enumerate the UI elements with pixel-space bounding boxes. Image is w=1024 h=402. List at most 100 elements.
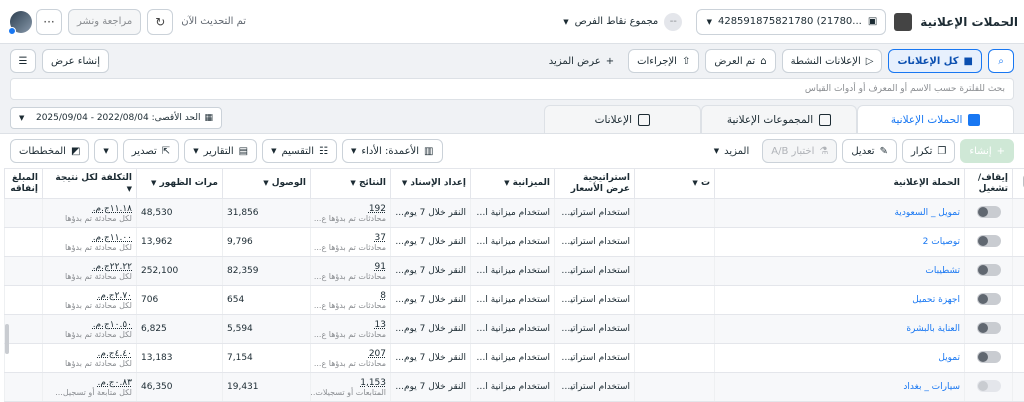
delivery-toggle[interactable] (976, 321, 1001, 334)
campaign-name-cell[interactable]: توصيات 2 (714, 227, 965, 257)
edit-button[interactable]: ✎ تعديل (842, 139, 897, 163)
tab-campaigns[interactable]: الحملات الإعلانية (857, 105, 1014, 133)
campaign-name-cell[interactable]: تمويل (714, 343, 965, 373)
breakdown-button[interactable]: ☷ التقسيم ▼ (262, 139, 337, 163)
create-view-button[interactable]: إنشاء عرض (42, 49, 109, 73)
column-header[interactable]: مرات الظهور ▼ (136, 168, 223, 199)
column-header-label: مرات الظهور (159, 178, 218, 188)
table-row[interactable]: تشطيبات استخدام استراتيجية... استخدام ميزا… (4, 256, 1024, 286)
ab-test-button[interactable]: ⚗ اختبار A/B (762, 139, 838, 163)
campaign-name-link[interactable]: تمويل (938, 353, 960, 363)
campaign-name-cell[interactable]: سيارات _ بغداد (714, 372, 965, 402)
column-header[interactable]: التكلفة لكل نتيجة ▼ (42, 168, 137, 199)
toggle-cell[interactable] (964, 372, 1013, 402)
duplicate-button[interactable]: ❐ تكرار (901, 139, 956, 163)
review-publish-button[interactable]: مراجعة ونشر (68, 8, 142, 35)
results-value[interactable]: 13 (375, 320, 386, 330)
more-actions-button[interactable]: المزيد ▼ (706, 139, 758, 163)
all-ads-label: كل الإعلانات (897, 55, 959, 67)
campaign-name-link[interactable]: اجهزة تحميل (912, 295, 960, 305)
delivery-toggle[interactable] (976, 234, 1001, 247)
toggle-cell[interactable] (964, 343, 1013, 373)
filter-settings-button[interactable]: ☰ (10, 49, 36, 73)
results-value[interactable]: 1,153 (360, 378, 386, 388)
campaign-name-link[interactable]: تشطيبات (925, 266, 960, 276)
table-row[interactable]: العناية بالبشرة استخدام استراتيجية... استخ… (4, 314, 1024, 344)
column-header[interactable]: الحملة الإعلانية (714, 168, 965, 199)
table-row[interactable]: توصيات 2 استخدام استراتيجية... استخدام ميز… (4, 227, 1024, 257)
attribution-cell: النقر خلال 7 يوم... (390, 198, 471, 228)
results-value[interactable]: 37 (375, 233, 386, 243)
column-header[interactable]: النتائج ▼ (310, 168, 391, 199)
actions-button[interactable]: ⇧ الإجراءات (628, 49, 700, 73)
results-value[interactable]: 207 (369, 349, 386, 359)
cost-per-result-subtitle: لكل محادثة تم بدؤها (64, 300, 132, 310)
delivery-toggle[interactable] (976, 379, 1001, 392)
row-select[interactable] (1012, 314, 1024, 344)
toggle-cell[interactable] (964, 285, 1013, 315)
search-button[interactable]: ⌕ (988, 49, 1014, 73)
columns-button[interactable]: ▥ الأعمدة: الأداء ▼ (341, 139, 443, 163)
campaign-name-cell[interactable]: العناية بالبشرة (714, 314, 965, 344)
tab-ads[interactable]: الإعلانات (543, 105, 701, 133)
show-more-button[interactable]: + عرض المزيد (541, 49, 622, 73)
campaign-name-cell[interactable]: اجهزة تحميل (714, 285, 965, 315)
campaign-name-link[interactable]: توصيات 2 (923, 237, 960, 247)
export-dropdown[interactable]: ▼ (94, 139, 118, 163)
more-button[interactable]: ··· (36, 8, 62, 35)
results-value[interactable]: 91 (375, 262, 386, 272)
account-selector[interactable]: ▣ 428591875821780 (21780... ▼ (696, 8, 887, 35)
create-button[interactable]: + إنشاء (960, 139, 1014, 163)
search-input[interactable]: بحث للفلترة حسب الاسم أو المعرف أو أدوات… (10, 78, 1014, 100)
toggle-cell[interactable] (964, 198, 1013, 228)
active-ads-button[interactable]: ▷ الإعلانات النشطة (781, 49, 883, 73)
table-row[interactable]: اجهزة تحميل استخدام استراتيجية... استخدام … (4, 285, 1024, 315)
campaign-name-link[interactable]: تمويل _ السعودية (894, 208, 960, 218)
row-select[interactable] (1012, 198, 1024, 228)
opportunity-score[interactable]: -- مجموع نقاط الفرص ▼ (563, 12, 683, 31)
select-all-header[interactable] (1012, 168, 1024, 199)
toggle-cell[interactable] (964, 256, 1013, 286)
column-header[interactable]: الميزانية ▼ (470, 168, 555, 199)
campaign-name-cell[interactable]: تشطيبات (714, 256, 965, 286)
toggle-cell[interactable] (964, 227, 1013, 257)
displayed-button[interactable]: ⌂ تم العرض (705, 49, 776, 73)
delivery-toggle[interactable] (976, 263, 1001, 276)
table-row[interactable]: سيارات _ بغداد استخدام استراتيجية... استخد… (4, 372, 1024, 402)
chevron-down-icon: ▼ (19, 114, 25, 122)
tab-adsets[interactable]: المجموعات الإعلانية (700, 105, 858, 133)
send-icon: ▷ (865, 55, 874, 67)
column-header[interactable]: المبلغ إنفاقه (4, 168, 43, 199)
delivery-toggle[interactable] (976, 205, 1001, 218)
charts-button[interactable]: ◩ المخططات (10, 139, 90, 163)
row-select[interactable] (1012, 343, 1024, 373)
column-header[interactable]: إعداد الإسناد ▼ (390, 168, 471, 199)
column-header[interactable]: ت ▼ (634, 168, 715, 199)
refresh-button[interactable]: ↻ (147, 8, 174, 35)
row-select[interactable] (1012, 372, 1024, 402)
active-ads-label: الإعلانات النشطة (790, 55, 861, 67)
results-value[interactable]: 192 (369, 204, 386, 214)
column-header[interactable]: إيقاف/تشغيل (964, 168, 1013, 199)
campaign-name-cell[interactable]: تمويل _ السعودية (714, 198, 965, 228)
toggle-cell[interactable] (964, 314, 1013, 344)
delivery-toggle[interactable] (976, 350, 1001, 363)
table-row[interactable]: تمويل _ السعودية استخدام استراتيجية... است… (4, 198, 1024, 228)
export-button[interactable]: ⇱ تصدير (122, 139, 180, 163)
scrollbar[interactable] (5, 324, 9, 354)
row-select[interactable] (1012, 285, 1024, 315)
all-ads-button[interactable]: ■ كل الإعلانات (888, 49, 982, 73)
column-header[interactable]: استراتيجية عرض الأسعار (554, 168, 635, 199)
review-publish-label: مراجعة ونشر (77, 16, 133, 27)
reports-button[interactable]: ▤ التقارير ▼ (184, 139, 258, 163)
column-header[interactable]: الوصول ▼ (222, 168, 311, 199)
campaign-name-link[interactable]: سيارات _ بغداد (903, 382, 960, 392)
date-range-picker[interactable]: ▦ الحد الأقصى: 2022/08/04 - 2025/09/04 ▼ (10, 107, 222, 129)
results-value[interactable]: 8 (380, 291, 386, 301)
campaign-name-link[interactable]: العناية بالبشرة (906, 324, 960, 334)
table-row[interactable]: تمويل استخدام استراتيجية... استخدام ميزاني… (4, 343, 1024, 373)
avatar[interactable] (8, 10, 32, 35)
row-select[interactable] (1012, 227, 1024, 257)
delivery-toggle[interactable] (976, 292, 1001, 305)
row-select[interactable] (1012, 256, 1024, 286)
